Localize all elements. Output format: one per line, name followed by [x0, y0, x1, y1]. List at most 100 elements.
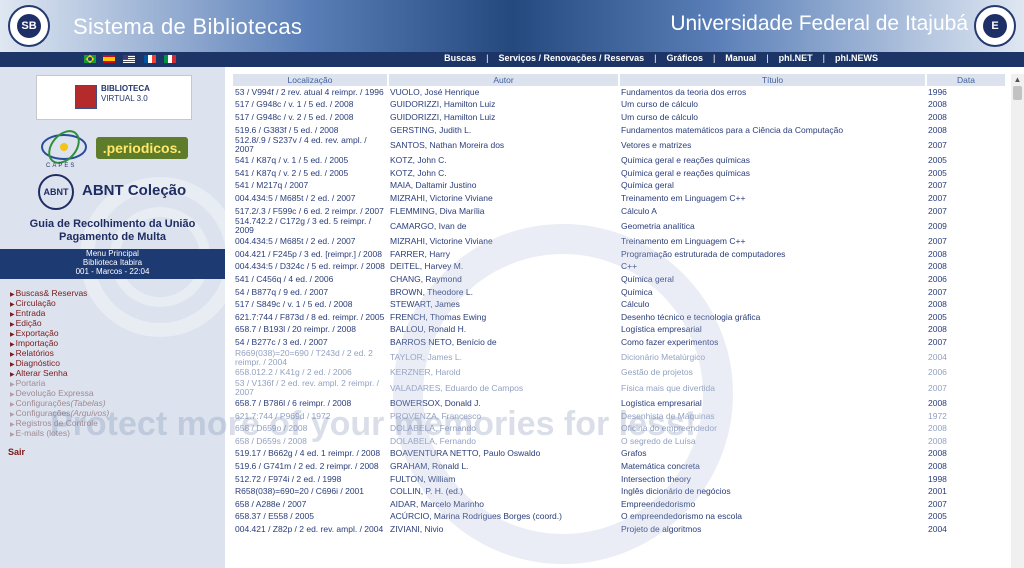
cell-autor[interactable]: STEWART, James	[388, 298, 619, 311]
table-row[interactable]: 658 / D659o / 2008 DOLABELA, Fernando Ofic…	[233, 422, 1006, 435]
cell-titulo[interactable]: Logística empresarial	[619, 397, 926, 410]
cell-autor[interactable]: GUIDORIZZI, Hamilton Luiz	[388, 111, 619, 124]
cell-autor[interactable]: VUOLO, José Henrique	[388, 86, 619, 99]
cell-autor[interactable]: FLEMMING, Diva Marília	[388, 205, 619, 218]
abnt-colecao-link[interactable]: ABNT Coleção	[82, 182, 186, 199]
cell-titulo[interactable]: Química	[619, 286, 926, 299]
table-row[interactable]: 004.434:5 / M685t / 2 ed. / 2007 MIZRAHI,…	[233, 192, 1006, 205]
logout-link[interactable]: Sair	[8, 447, 25, 457]
cell-titulo[interactable]: Química geral e reações químicas	[619, 167, 926, 180]
cell-autor[interactable]: GRAHAM, Ronald L.	[388, 460, 619, 473]
table-row[interactable]: 54 / B277c / 3 ed. / 2007 BARROS NETO, Be…	[233, 336, 1006, 349]
cell-autor[interactable]: BROWN, Theodore L.	[388, 286, 619, 299]
table-row[interactable]: 519.6 / G383f / 5 ed. / 2008 GERSTING, Ju…	[233, 124, 1006, 137]
scroll-up-arrow-icon[interactable]: ▲	[1011, 74, 1024, 86]
table-row[interactable]: 541 / K87q / v. 2 / 5 ed. / 2005 KOTZ, Jo…	[233, 167, 1006, 180]
cell-titulo[interactable]: Física mais que divertida	[619, 379, 926, 397]
cell-titulo[interactable]: Gestão de projetos	[619, 367, 926, 380]
table-row[interactable]: 512.8/.9 / S237v / 4 ed. rev. ampl. / 20…	[233, 136, 1006, 154]
menu-item-devolucao-expressa[interactable]: ▶Devolução Expressa	[10, 388, 109, 398]
cell-titulo[interactable]: Grafos	[619, 448, 926, 461]
table-row[interactable]: 658.012.2 / K41g / 2 ed. / 2006 KERZNER, …	[233, 367, 1006, 380]
cell-titulo[interactable]: Matemática concreta	[619, 460, 926, 473]
flag-brazil-icon[interactable]	[84, 54, 96, 64]
table-row[interactable]: R669(038)=20=690 / T243d / 2 ed. 2 reimp…	[233, 349, 1006, 367]
cell-titulo[interactable]: Projeto de algoritmos	[619, 523, 926, 536]
nav-link-manual[interactable]: Manual	[725, 53, 756, 63]
cell-titulo[interactable]: Inglês dicionário de negócios	[619, 485, 926, 498]
menu-item-relatorios[interactable]: ▶Relatórios	[10, 348, 109, 358]
table-row[interactable]: 541 / C456q / 4 ed. / 2006 CHANG, Raymond…	[233, 273, 1006, 286]
menu-item-entrada[interactable]: ▶Entrada	[10, 308, 109, 318]
cell-autor[interactable]: GERSTING, Judith L.	[388, 124, 619, 137]
cell-titulo[interactable]: Cálculo	[619, 298, 926, 311]
table-row[interactable]: 519.17 / B662g / 4 ed. 1 reimpr. / 2008 B…	[233, 448, 1006, 461]
nav-link-servicos[interactable]: Serviços / Renovações / Reservas	[499, 53, 645, 63]
table-row[interactable]: 541 / M217q / 2007 MAIA, Daltamir Justino…	[233, 180, 1006, 193]
cell-autor[interactable]: DOLABELA, Fernando	[388, 422, 619, 435]
cell-titulo[interactable]: Um curso de cálculo	[619, 111, 926, 124]
nav-link-phl-news[interactable]: phl.NEWS	[835, 53, 878, 63]
table-row[interactable]: 621.7:744 / F873d / 8 ed. reimpr. / 2005…	[233, 311, 1006, 324]
table-row[interactable]: 54 / B877q / 9 ed. / 2007 BROWN, Theodore…	[233, 286, 1006, 299]
menu-item-config-tabelas[interactable]: ▶Configurações(Tabelas)	[10, 398, 109, 408]
menu-item-importacao[interactable]: ▶Importação	[10, 338, 109, 348]
cell-autor[interactable]: ACÚRCIO, Marina Rodrigues Borges (coord.…	[388, 511, 619, 524]
flag-usa-icon[interactable]	[123, 55, 135, 63]
cell-titulo[interactable]: Como fazer experimentos	[619, 336, 926, 349]
table-row[interactable]: 004.434:5 / D324c / 5 ed. reimpr. / 2008…	[233, 261, 1006, 274]
cell-autor[interactable]: FULTON, William	[388, 473, 619, 486]
cell-titulo[interactable]: Programação estruturada de computadores	[619, 248, 926, 261]
menu-item-portaria[interactable]: ▶Portaria	[10, 378, 109, 388]
cell-titulo[interactable]: Treinamento em Linguagem C++	[619, 192, 926, 205]
cell-titulo[interactable]: Química geral e reações químicas	[619, 154, 926, 167]
flag-spain-icon[interactable]	[103, 55, 115, 63]
cell-autor[interactable]: ZIVIANI, Nivio	[388, 523, 619, 536]
abnt-logo-icon[interactable]: ABNT	[38, 174, 74, 210]
table-row[interactable]: 517 / G948c / v. 2 / 5 ed. / 2008 GUIDORI…	[233, 111, 1006, 124]
cell-titulo[interactable]: Dicionário Metalúrgico	[619, 349, 926, 367]
table-row[interactable]: 658.7 / B786l / 6 reimpr. / 2008 BOWERSOX…	[233, 397, 1006, 410]
cell-titulo[interactable]: Desenhista de Máquinas	[619, 410, 926, 423]
cell-titulo[interactable]: Intersection theory	[619, 473, 926, 486]
cell-autor[interactable]: PROVENZA, Francesco	[388, 410, 619, 423]
cell-titulo[interactable]: C++	[619, 261, 926, 274]
cell-autor[interactable]: COLLIN, P. H. (ed.)	[388, 485, 619, 498]
cell-titulo[interactable]: Geometria analítica	[619, 217, 926, 235]
table-row[interactable]: 53 / V136f / 2 ed. rev. ampl. 2 reimpr. …	[233, 379, 1006, 397]
table-row[interactable]: 658 / A288e / 2007 AIDAR, Marcelo Marinho…	[233, 498, 1006, 511]
cell-titulo[interactable]: Fundamentos matemáticos para a Ciência d…	[619, 124, 926, 137]
table-row[interactable]: 658.7 / B193l / 20 reimpr. / 2008 BALLOU,…	[233, 324, 1006, 337]
menu-item-buscas[interactable]: ▶Buscas& Reservas	[10, 288, 109, 298]
cell-titulo[interactable]: O segredo de Luísa	[619, 435, 926, 448]
table-row[interactable]: R658(038)=690=20 / C696i / 2001 COLLIN, P…	[233, 485, 1006, 498]
cell-autor[interactable]: DOLABELA, Fernando	[388, 435, 619, 448]
cell-titulo[interactable]: Um curso de cálculo	[619, 99, 926, 112]
cell-titulo[interactable]: Desenho técnico e tecnologia gráfica	[619, 311, 926, 324]
table-row[interactable]: 658 / D659s / 2008 DOLABELA, Fernando O se…	[233, 435, 1006, 448]
biblioteca-virtual-logo[interactable]: BIBLIOTECA VIRTUAL 3.0	[36, 75, 192, 120]
capes-logo-icon[interactable]	[38, 127, 90, 167]
cell-autor[interactable]: FRENCH, Thomas Ewing	[388, 311, 619, 324]
table-row[interactable]: 517.2/.3 / F599c / 6 ed. 2 reimpr. / 200…	[233, 205, 1006, 218]
cell-autor[interactable]: DEITEL, Harvey M.	[388, 261, 619, 274]
cell-autor[interactable]: AIDAR, Marcelo Marinho	[388, 498, 619, 511]
cell-titulo[interactable]: Cálculo A	[619, 205, 926, 218]
table-row[interactable]: 004.421 / Z82p / 2 ed. rev. ampl. / 2004…	[233, 523, 1006, 536]
cell-titulo[interactable]: Oficina do empreendedor	[619, 422, 926, 435]
flag-france-icon[interactable]	[144, 55, 156, 63]
table-row[interactable]: 541 / K87q / v. 1 / 5 ed. / 2005 KOTZ, Jo…	[233, 154, 1006, 167]
table-row[interactable]: 658.37 / E558 / 2005 ACÚRCIO, Marina Rodr…	[233, 511, 1006, 524]
table-row[interactable]: 004.421 / F245p / 3 ed. [reimpr.] / 2008…	[233, 248, 1006, 261]
cell-autor[interactable]: TAYLOR, James L.	[388, 349, 619, 367]
table-row[interactable]: 519.6 / G741m / 2 ed. 2 reimpr. / 2008 GR…	[233, 460, 1006, 473]
menu-item-emails-lotes[interactable]: ▶E-mails (lotes)	[10, 428, 109, 438]
cell-autor[interactable]: KERZNER, Harold	[388, 367, 619, 380]
cell-titulo[interactable]: Empreendedorismo	[619, 498, 926, 511]
menu-item-registros-controle[interactable]: ▶Registros de Controle	[10, 418, 109, 428]
menu-item-diagnostico[interactable]: ▶Diagnóstico	[10, 358, 109, 368]
cell-autor[interactable]: CAMARGO, Ivan de	[388, 217, 619, 235]
cell-autor[interactable]: BALLOU, Ronald H.	[388, 324, 619, 337]
cell-autor[interactable]: KOTZ, John C.	[388, 154, 619, 167]
flag-italy-icon[interactable]	[164, 55, 176, 63]
